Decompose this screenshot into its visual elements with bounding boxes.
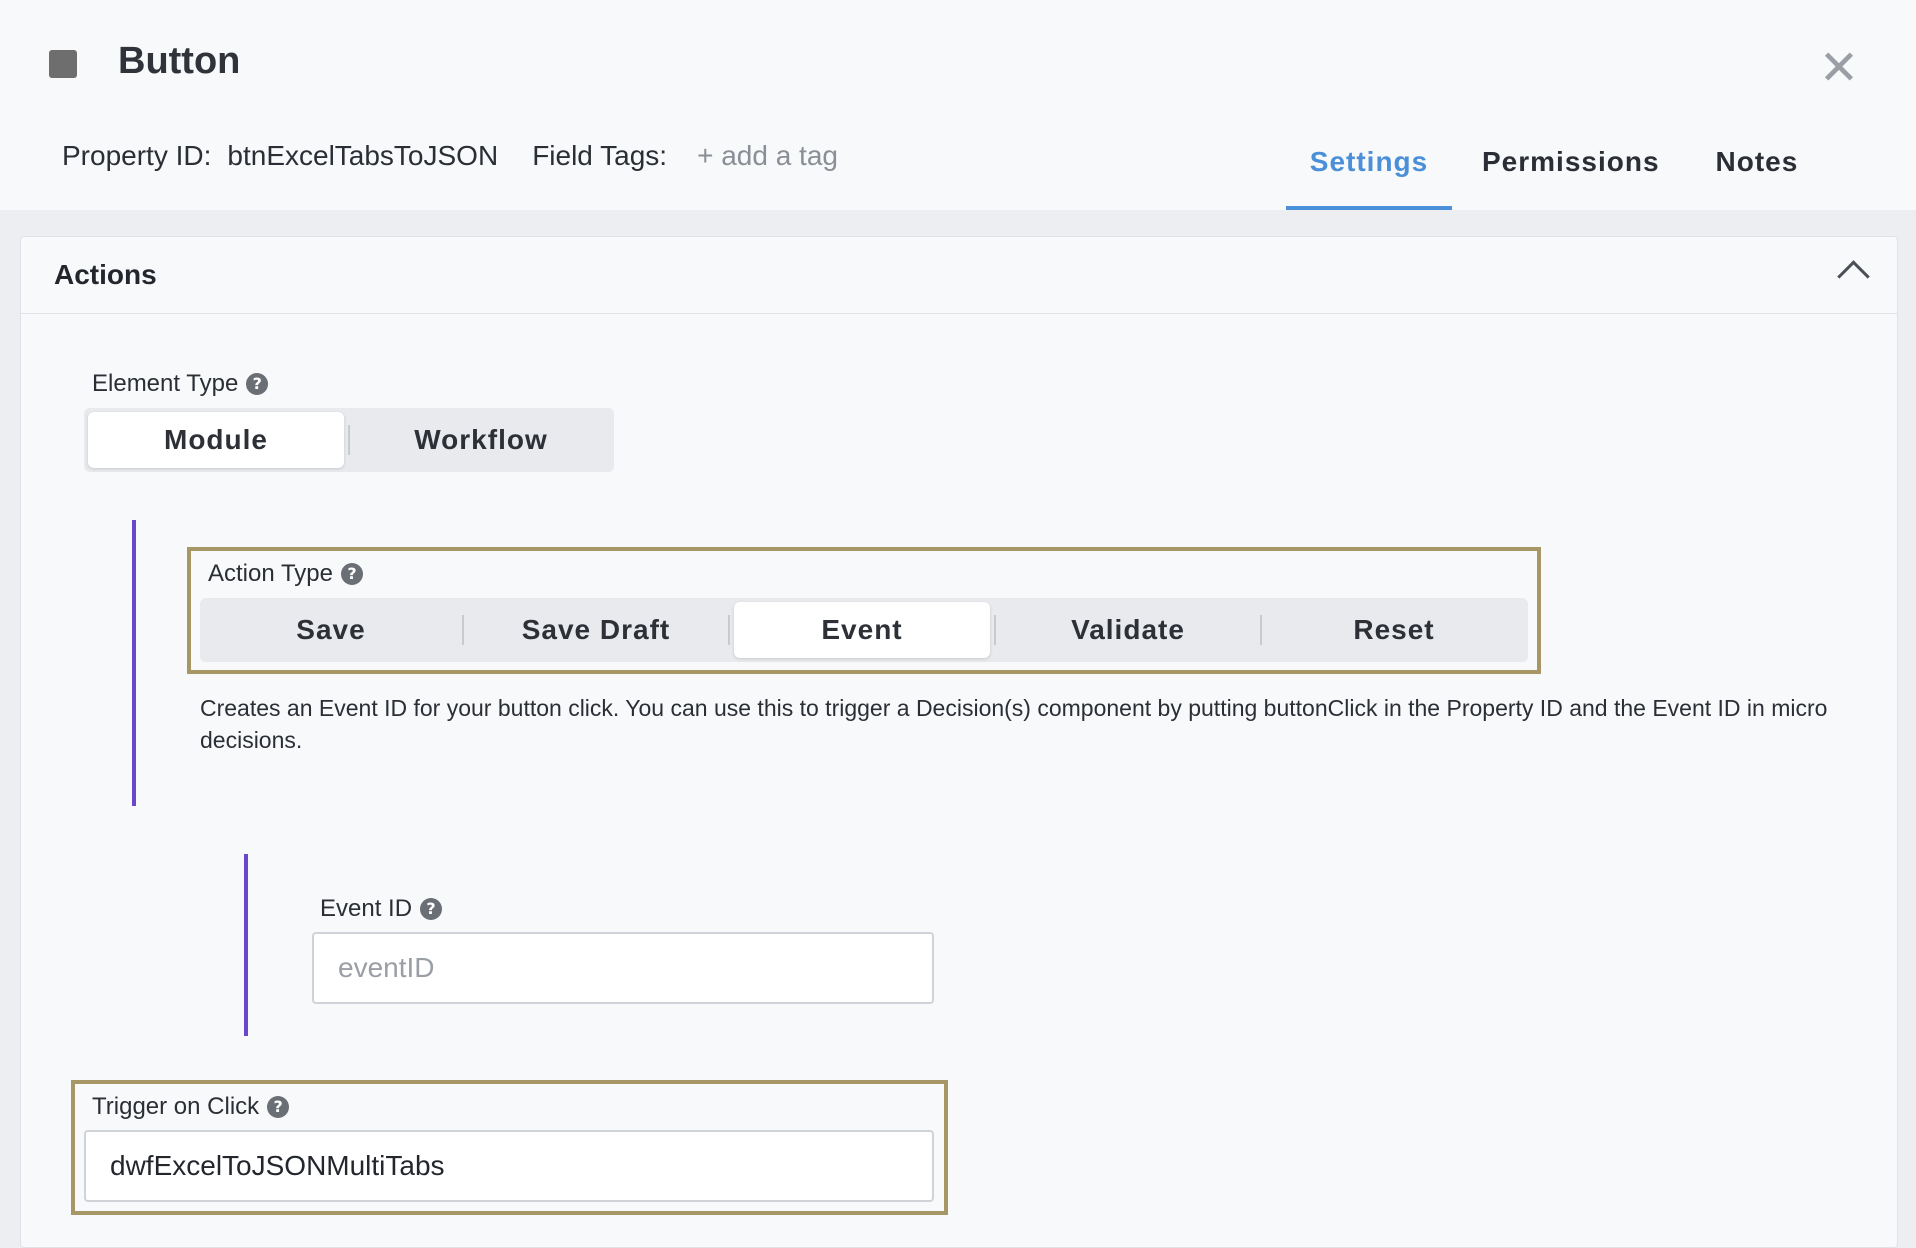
- action-type-event-button[interactable]: Event: [734, 602, 990, 658]
- close-icon[interactable]: ✕: [1817, 44, 1861, 92]
- trigger-on-click-label-text: Trigger on Click: [92, 1093, 260, 1120]
- element-type-label: Element Type ?: [92, 370, 269, 398]
- help-icon[interactable]: ?: [340, 563, 363, 585]
- tab-bar: Settings Permissions Notes: [1286, 130, 1824, 210]
- modal-title: Button: [118, 40, 241, 82]
- element-type-module-button[interactable]: Module: [88, 412, 344, 468]
- event-id-label-text: Event ID: [320, 895, 413, 922]
- action-type-toggle: Save Save Draft Event Validate Reset: [200, 598, 1528, 662]
- action-type-save-button[interactable]: Save: [200, 602, 462, 658]
- nesting-indicator-bar: [244, 854, 248, 1036]
- modal-header: Button ✕ Property ID: btnExcelTabsToJSON…: [0, 0, 1916, 210]
- chevron-up-icon[interactable]: [1837, 260, 1870, 293]
- help-icon[interactable]: ?: [267, 1096, 290, 1118]
- field-tags-label: Field Tags:: [532, 140, 668, 171]
- nesting-indicator-bar: [132, 520, 136, 806]
- action-type-label: Action Type ?: [208, 560, 363, 588]
- tab-notes[interactable]: Notes: [1690, 130, 1825, 194]
- property-id-value: btnExcelTabsToJSON: [227, 140, 499, 171]
- button-component-icon: [49, 50, 77, 78]
- trigger-on-click-input[interactable]: dwfExcelToJSONMultiTabs: [84, 1130, 934, 1202]
- action-type-reset-button[interactable]: Reset: [1262, 602, 1526, 658]
- tab-permissions[interactable]: Permissions: [1456, 130, 1686, 194]
- action-type-label-text: Action Type: [208, 560, 333, 587]
- element-type-label-text: Element Type: [92, 370, 239, 397]
- action-type-description: Creates an Event ID for your button clic…: [200, 695, 1828, 753]
- action-type-validate-button[interactable]: Validate: [996, 602, 1260, 658]
- event-id-input[interactable]: eventID: [312, 932, 934, 1004]
- event-id-label: Event ID ?: [320, 895, 443, 923]
- trigger-on-click-label: Trigger on Click ?: [92, 1093, 290, 1121]
- element-type-toggle: Module Workflow: [84, 408, 614, 472]
- help-icon[interactable]: ?: [420, 898, 443, 920]
- segment-divider: [728, 615, 730, 645]
- meta-row: Property ID: btnExcelTabsToJSON Field Ta…: [62, 140, 838, 172]
- action-type-save-draft-button[interactable]: Save Draft: [464, 602, 728, 658]
- element-type-workflow-button[interactable]: Workflow: [350, 412, 612, 468]
- tab-settings[interactable]: Settings: [1286, 130, 1452, 210]
- help-icon[interactable]: ?: [246, 373, 269, 395]
- actions-panel-title: Actions: [54, 259, 157, 290]
- property-id-label: Property ID:: [62, 140, 212, 171]
- actions-panel-header[interactable]: Actions: [21, 237, 1897, 314]
- add-tag-link[interactable]: + add a tag: [697, 140, 838, 172]
